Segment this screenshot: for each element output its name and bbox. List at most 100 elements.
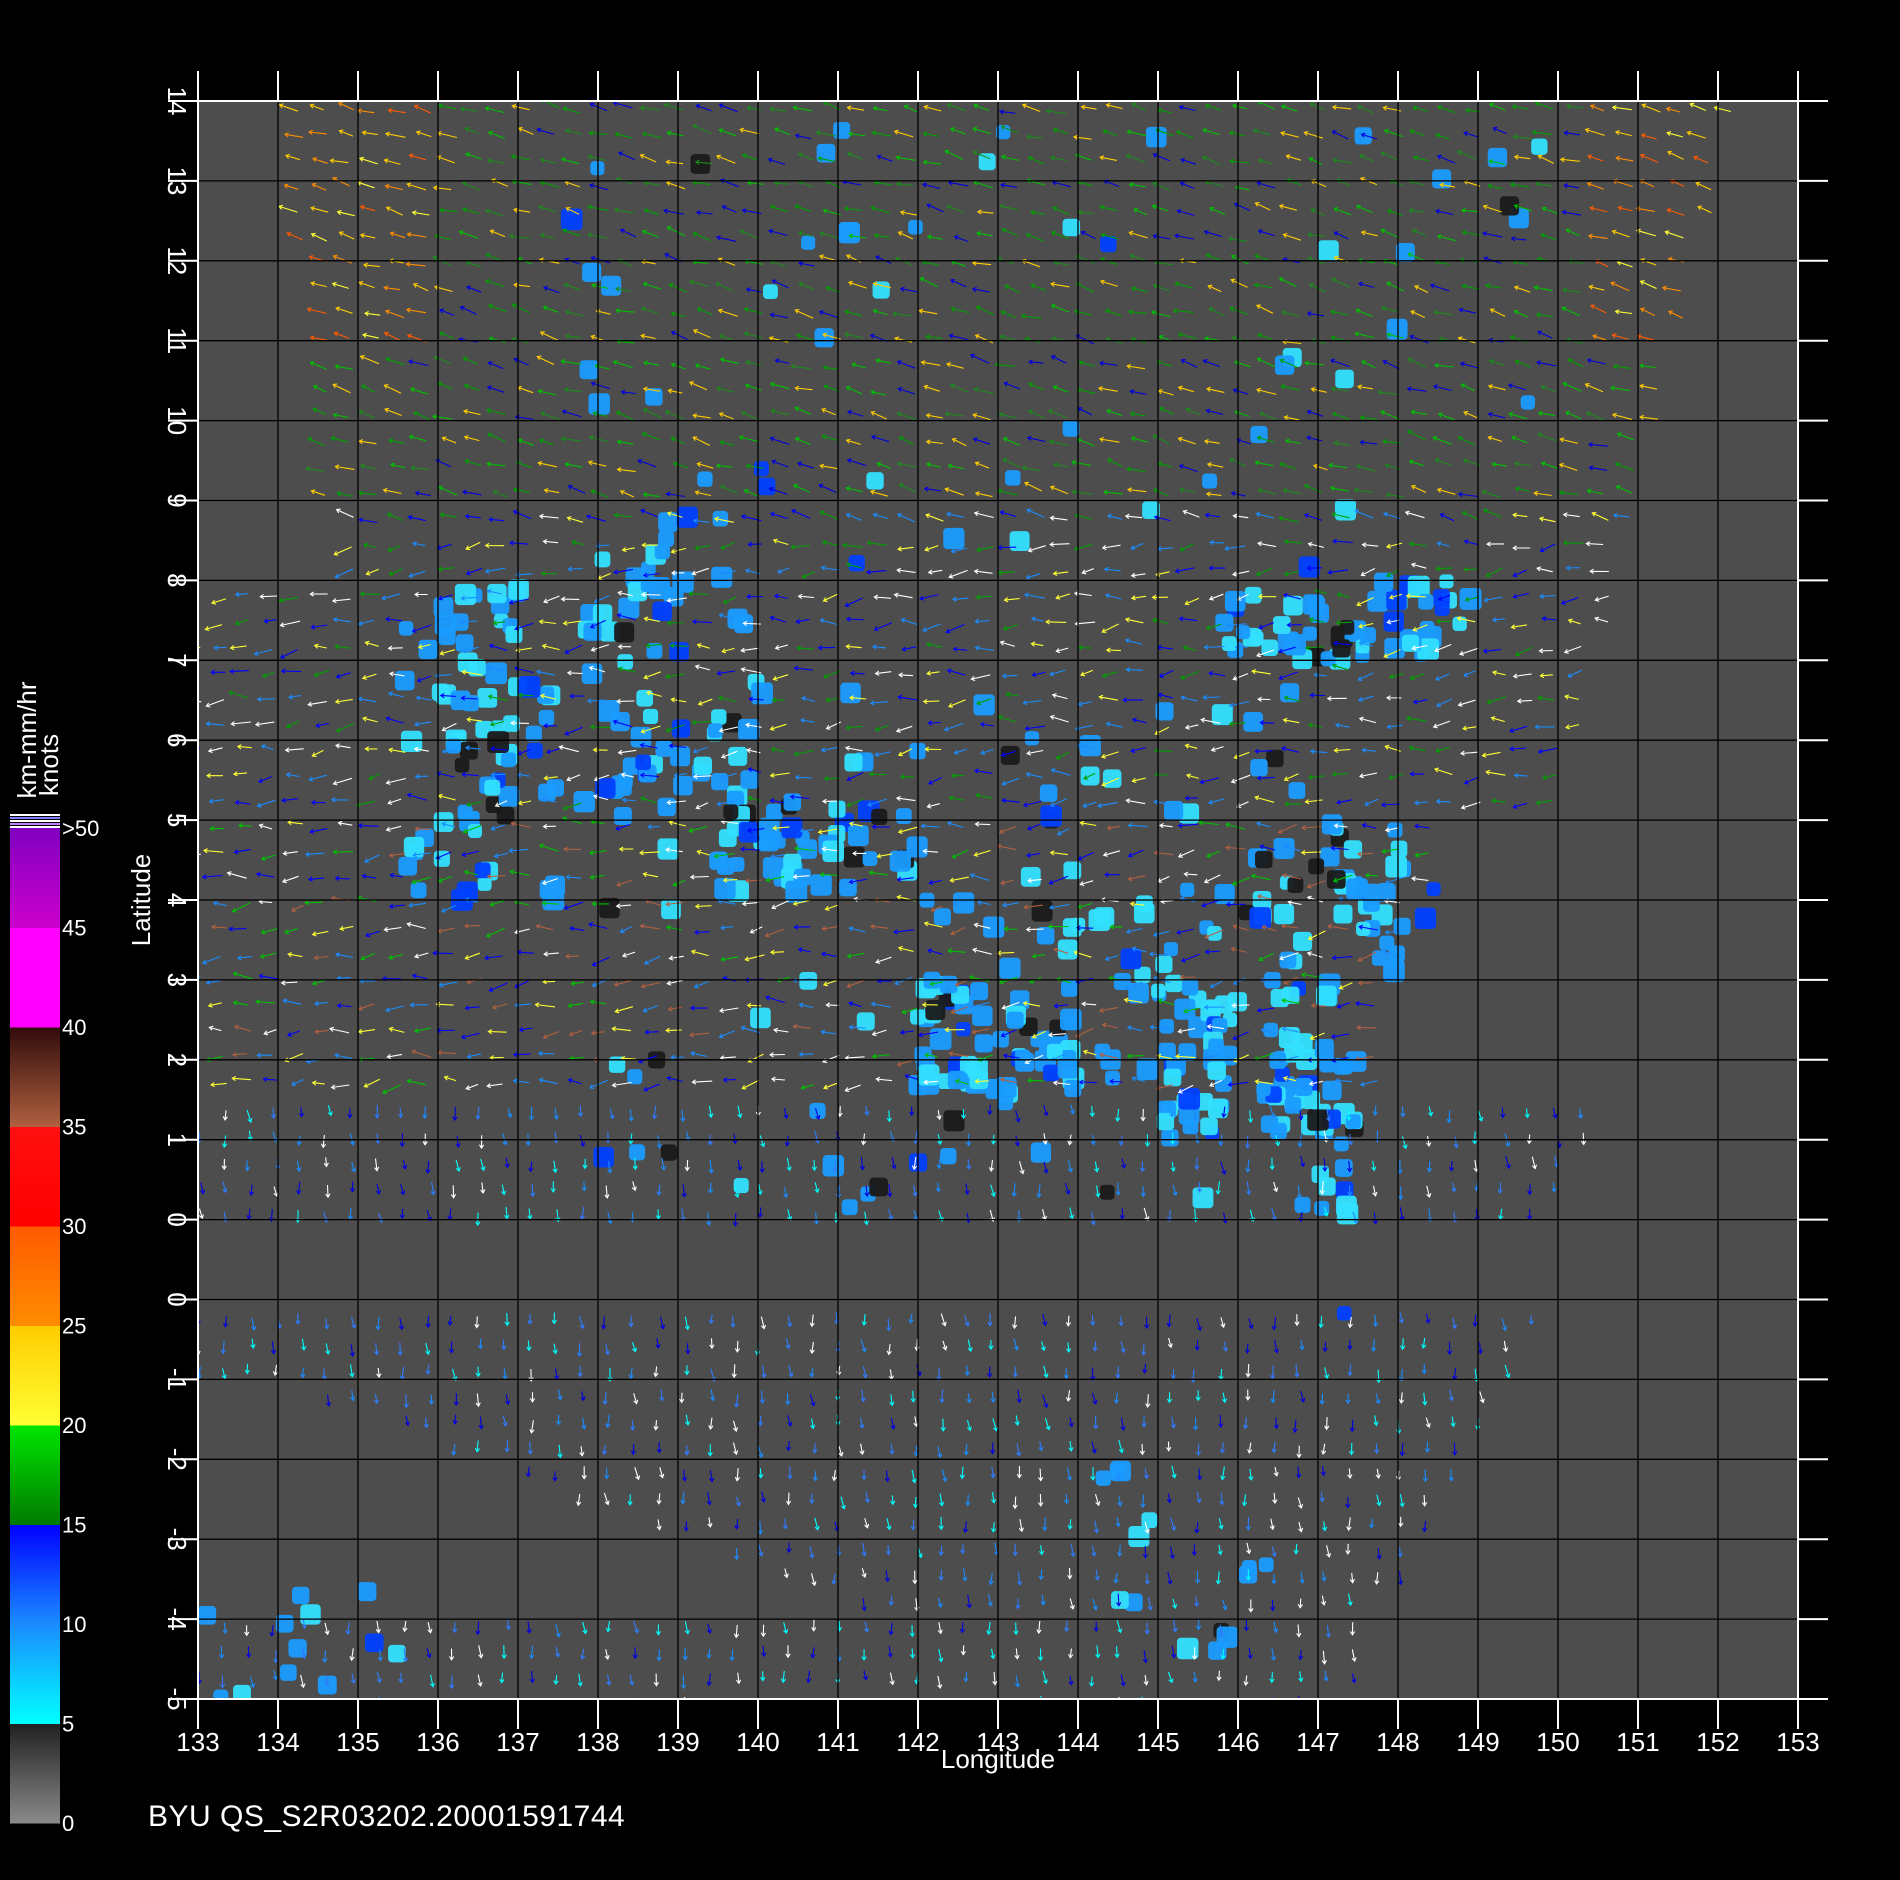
colorbar-band: [10, 1524, 60, 1625]
rain-cell: [1335, 369, 1354, 389]
wind-vector: [180, 876, 197, 885]
rain-cell: [1202, 473, 1218, 489]
rain-cell: [676, 506, 698, 528]
x-tick-label: 151: [1616, 1727, 1659, 1757]
rain-cell: [711, 773, 729, 791]
rain-cell: [364, 1633, 384, 1653]
rain-cell: [613, 806, 632, 825]
rain-cell: [943, 527, 965, 550]
rain-cell: [599, 897, 620, 919]
colorbar-label: 5: [62, 1712, 74, 1737]
wind-vector: [193, 1156, 197, 1167]
rain-cell: [750, 1007, 771, 1029]
rain-cell: [908, 219, 923, 235]
colorbar-label: 15: [62, 1513, 86, 1538]
rain-cell: [697, 471, 713, 487]
rain-cell: [693, 756, 713, 776]
rain-cell: [723, 804, 739, 820]
rain-cell: [1263, 1022, 1279, 1038]
x-tick-label: 153: [1776, 1727, 1819, 1757]
colorbar-label: 0: [62, 1811, 74, 1836]
colorbar-cap-stripe: [10, 817, 60, 819]
rain-cell: [213, 1689, 229, 1699]
wind-vector: [179, 619, 196, 623]
rain-cell: [636, 689, 654, 707]
rain-cell: [1260, 1115, 1279, 1133]
rain-cell: [438, 627, 456, 646]
wind-vector: [884, 1701, 888, 1713]
rain-cell: [496, 806, 515, 825]
rain-cell: [1141, 1512, 1158, 1529]
rain-cell: [1294, 1197, 1311, 1214]
rain-cell: [1266, 749, 1284, 768]
rain-cell: [592, 604, 613, 624]
rain-cell: [1020, 866, 1041, 887]
rain-cell: [1294, 1078, 1313, 1096]
rain-cell: [1208, 1038, 1224, 1055]
rain-cell: [1250, 425, 1268, 444]
rain-cell: [1216, 1626, 1238, 1648]
rain-cell: [1057, 1057, 1079, 1079]
wind-vector-chart: 133 134 135 136 137 138 139 140 141 142 143 144 145 1…: [10, 71, 1828, 1836]
rain-cell: [627, 1069, 643, 1085]
rain-cell: [999, 957, 1021, 979]
wind-vector: [811, 1701, 815, 1711]
wind-vector: [504, 1702, 509, 1714]
rain-cell: [617, 654, 633, 670]
rain-cell: [670, 746, 691, 767]
rain-cell: [1284, 1097, 1302, 1114]
y-tick-label: 10: [162, 406, 192, 435]
x-tick-label: 144: [1056, 1727, 1099, 1757]
wind-vector: [1019, 1701, 1023, 1714]
rain-cell: [394, 670, 415, 691]
rain-cell: [357, 1582, 377, 1602]
rain-cell: [895, 808, 912, 824]
wind-vector: [181, 1077, 197, 1081]
wind-vector: [660, 1700, 664, 1711]
wind-vector: [940, 1699, 944, 1709]
rain-cell: [1031, 900, 1053, 922]
rain-cell: [1211, 1017, 1228, 1034]
wind-vector: [449, 1701, 453, 1710]
wind-vector: [251, 1698, 253, 1699]
rain-cell: [1043, 1064, 1060, 1082]
colorbar-band: [10, 1425, 60, 1525]
wind-vector: [179, 775, 195, 783]
colorbar-label: 20: [62, 1413, 86, 1438]
rain-cell: [1393, 917, 1411, 935]
rain-cell: [973, 694, 995, 716]
rain-cell: [560, 208, 583, 231]
wind-vector: [759, 1702, 763, 1714]
wind-vector: [270, 1700, 274, 1711]
x-tick-label: 150: [1536, 1727, 1579, 1757]
colorbar-label: 25: [62, 1314, 86, 1339]
wind-vector: [1195, 1702, 1199, 1712]
rain-cell: [763, 284, 778, 300]
rain-cell: [847, 825, 869, 847]
rain-cell: [1039, 784, 1058, 802]
rain-cell: [753, 461, 769, 477]
rain-cell: [1367, 590, 1389, 612]
rain-cell: [1426, 882, 1441, 897]
wind-vector: [1093, 1702, 1097, 1714]
x-tick-label: 148: [1376, 1727, 1419, 1757]
colorbar-label: 30: [62, 1214, 86, 1239]
y-tick-label: 1: [162, 1132, 192, 1146]
rain-cell: [1063, 1015, 1079, 1031]
rain-cell: [729, 857, 745, 872]
rain-cell: [635, 754, 652, 771]
rain-cell: [1379, 935, 1395, 951]
rain-cell: [997, 1094, 1014, 1111]
x-tick-label: 147: [1296, 1727, 1339, 1757]
rain-cell: [799, 971, 818, 990]
rain-cell: [1390, 840, 1408, 858]
rain-cell: [1288, 782, 1306, 799]
rain-cell: [690, 154, 711, 174]
y-tick-label: 11: [162, 327, 192, 354]
rain-cell: [573, 791, 595, 813]
rain-cell: [593, 1146, 614, 1168]
rain-cell: [970, 982, 989, 1001]
rain-cell: [525, 725, 542, 742]
rain-cell: [1159, 1019, 1175, 1034]
rain-cell: [614, 622, 635, 643]
